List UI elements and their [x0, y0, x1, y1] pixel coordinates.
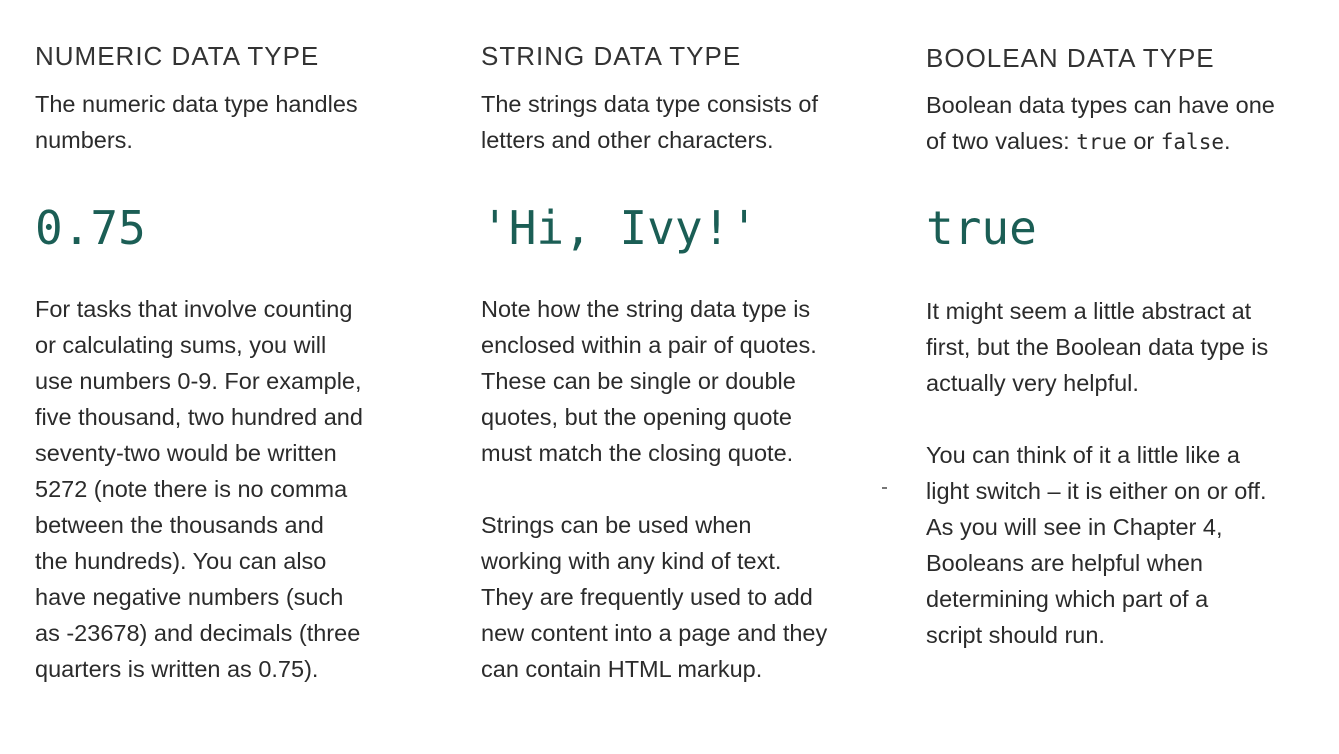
string-body-line: They are frequently used to add	[481, 584, 813, 610]
string-intro-line: letters and other characters.	[481, 127, 774, 153]
boolean-example: true	[926, 201, 1037, 255]
boolean-body: It might seem a little abstract at first…	[926, 293, 1268, 653]
string-heading: STRING DATA TYPE	[481, 41, 742, 71]
boolean-body-line: As you will see in Chapter 4,	[926, 514, 1223, 540]
numeric-body-line: quarters is written as 0.75).	[35, 656, 319, 682]
string-intro: The strings data type consists of letter…	[481, 86, 861, 158]
numeric-heading: NUMERIC DATA TYPE	[35, 41, 320, 71]
string-intro-line: The strings data type consists of	[481, 91, 818, 117]
boolean-body-line: first, but the Boolean data type is	[926, 334, 1269, 360]
numeric-intro: The numeric data type handles numbers.	[35, 86, 415, 158]
boolean-intro: Boolean data types can have one of two v…	[926, 87, 1306, 160]
string-body-line: working with any kind of text.	[481, 548, 782, 574]
boolean-body-line: determining which part of a	[926, 586, 1209, 612]
scan-mark	[882, 487, 887, 489]
boolean-heading: BOOLEAN DATA TYPE	[926, 43, 1215, 73]
numeric-body-line: the hundreds). You can also	[35, 548, 327, 574]
string-body-line: new content into a page and they	[481, 620, 828, 646]
numeric-intro-line: numbers.	[35, 127, 133, 153]
numeric-intro-line: The numeric data type handles	[35, 91, 358, 117]
string-body-line: can contain HTML markup.	[481, 656, 763, 682]
boolean-body-line: Booleans are helpful when	[926, 550, 1203, 576]
boolean-intro-prefix: of two values:	[926, 128, 1077, 154]
numeric-body-line: For tasks that involve counting	[35, 296, 353, 322]
numeric-body-line: as -23678) and decimals (three	[35, 620, 361, 646]
boolean-body-line: You can think of it a little like a	[926, 442, 1240, 468]
boolean-body-line: actually very helpful.	[926, 370, 1139, 396]
numeric-body-line: five thousand, two hundred and	[35, 404, 363, 430]
numeric-body-line: 5272 (note there is no comma	[35, 476, 348, 502]
numeric-body-line: between the thousands and	[35, 512, 324, 538]
numeric-body: For tasks that involve counting or calcu…	[35, 291, 363, 687]
string-body-line: must match the closing quote.	[481, 440, 794, 466]
numeric-body-line: seventy-two would be written	[35, 440, 337, 466]
numeric-body-line: have negative numbers (such	[35, 584, 344, 610]
string-body: Note how the string data type is enclose…	[481, 291, 827, 687]
boolean-body-line: script should run.	[926, 622, 1105, 648]
numeric-body-line: use numbers 0-9. For example,	[35, 368, 362, 394]
boolean-intro-line: Boolean data types can have one	[926, 92, 1275, 118]
string-example: 'Hi, Ivy!'	[481, 201, 758, 255]
boolean-intro-period: .	[1223, 128, 1231, 154]
false-keyword: false	[1160, 130, 1224, 154]
string-body-line: These can be single or double	[481, 368, 796, 394]
string-body-line: enclosed within a pair of quotes.	[481, 332, 817, 358]
numeric-body-line: or calculating sums, you will	[35, 332, 327, 358]
numeric-example: 0.75	[35, 201, 146, 255]
true-keyword: true	[1076, 130, 1127, 154]
boolean-body-line: It might seem a little abstract at	[926, 298, 1252, 324]
boolean-intro-or: or	[1126, 128, 1161, 154]
boolean-intro-line: of two values: true or false.	[926, 123, 1306, 160]
string-body-line: Note how the string data type is	[481, 296, 811, 322]
string-body-line: quotes, but the opening quote	[481, 404, 792, 430]
string-body-line: Strings can be used when	[481, 512, 752, 538]
boolean-body-line: light switch – it is either on or off.	[926, 478, 1267, 504]
